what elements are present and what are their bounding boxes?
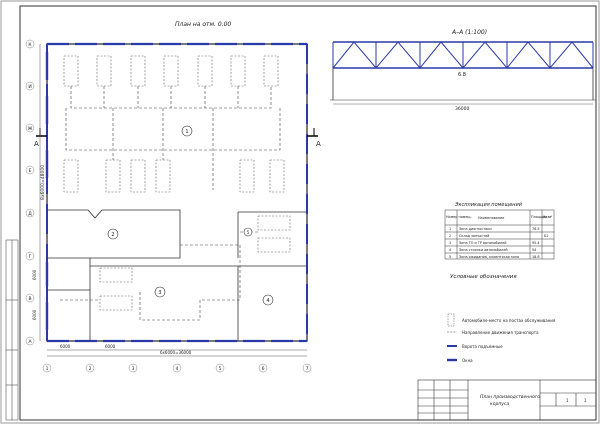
rooms-r4-name: Зона стоянки автомобилей — [459, 248, 508, 252]
title-block — [417, 379, 597, 421]
rooms-r1-area: 76.5 — [532, 227, 540, 231]
interior-walls — [47, 209, 307, 341]
section-span-dim: 36000 — [455, 106, 469, 112]
stamp-sheet: 1 — [566, 398, 569, 403]
row-label-D: Д — [28, 211, 32, 217]
col-label-3: 3 — [132, 366, 135, 372]
dim-bottom-1: 6000 — [60, 344, 71, 349]
dim-side-total: 8x6000=48000 — [40, 165, 46, 200]
grid-axis-rows: К И Ж Е Д Г В A 8x6000=48000 6000 6000 — [25, 39, 46, 346]
section-title: А–А (1:100) — [451, 29, 487, 36]
rooms-r4-area: 54 — [532, 248, 536, 252]
legend-item-3: Ворота подъемные — [462, 344, 503, 349]
row-label-E: Е — [29, 168, 32, 174]
rooms-r5-area: 18.6 — [532, 255, 540, 259]
rooms-r3-num: 3 — [449, 241, 451, 245]
room-label-1: 1 — [185, 129, 188, 135]
rooms-r2-num: 2 — [449, 234, 451, 238]
section-marks: A A — [34, 128, 321, 148]
plan-title: План на отм. 0.00 — [175, 21, 231, 28]
rooms-table-text: Номер помещ. Наименование Площадь м² Кат… — [446, 215, 553, 259]
rooms-th-num: Номер помещ. — [446, 215, 472, 219]
rooms-r3-name: Зона ТО и ТР автомобилей — [459, 241, 506, 245]
dim-bottom-2: 6000 — [105, 344, 116, 349]
roof-truss — [332, 41, 594, 69]
col-label-5: 5 — [219, 366, 222, 372]
legend-item-1: Автомобиле-место на постах обслуживания — [462, 318, 556, 323]
col-label-6: 6 — [262, 366, 265, 372]
col-label-4: 4 — [176, 366, 179, 372]
section-mark-left: A — [34, 140, 39, 148]
legend-title: Условные обозначения — [450, 274, 517, 280]
rooms-th-cat: Кат. — [543, 215, 551, 219]
row-label-Zh: Ж — [28, 126, 33, 132]
room-labels: 1 2 3 4 5 — [107, 125, 274, 306]
dim-bottom-total: 6x6000=36000 — [160, 350, 192, 355]
row-label-G: Г — [29, 254, 32, 260]
grid-axis-cols: 6000 6000 6x6000=36000 1 2 3 4 5 6 7 — [42, 344, 312, 373]
rooms-table-title: Экспликация помещений — [454, 202, 523, 208]
room-label-4: 4 — [266, 298, 269, 304]
rooms-r5-name: Зона ожидания, клиентская зона — [459, 255, 519, 259]
row-label-V: В — [28, 296, 31, 302]
col-label-2: 2 — [89, 366, 92, 372]
rooms-r2-name: Склад запчастей — [459, 234, 489, 238]
left-binding-strip — [5, 239, 19, 421]
legend-item-2: Направление движения транспорта — [462, 330, 539, 335]
stamp-title-2: корпуса — [490, 402, 509, 407]
rooms-r1-name: Зона диагностики — [459, 227, 492, 231]
legend-stall-symbol — [447, 313, 455, 327]
rooms-r2-cat: Б2 — [544, 234, 548, 238]
car-stalls-middle — [63, 159, 285, 193]
dim-left-2: 6000 — [32, 309, 37, 320]
car-stalls-top — [63, 55, 279, 87]
stamp-sheets: 1 — [584, 398, 587, 403]
rooms-th-name: Наименование — [478, 216, 504, 220]
legend-item-4: Окна — [462, 358, 473, 363]
room-label-3: 3 — [158, 290, 161, 296]
legend: Автомобиле-место на постах обслуживания … — [447, 313, 556, 363]
rooms-r4-num: 4 — [449, 248, 451, 252]
rooms-r1-num: 1 — [449, 227, 451, 231]
section-mark-right: A — [316, 140, 321, 148]
col-label-1: 1 — [46, 366, 49, 372]
traffic-routes — [60, 86, 281, 321]
rooms-r5-num: 5 — [449, 255, 451, 259]
dim-left-1: 6000 — [32, 269, 37, 280]
room-label-2: 2 — [111, 232, 114, 238]
rooms-r3-area: 95.4 — [532, 241, 540, 245]
row-label-I: И — [28, 84, 31, 90]
room-label-5: 5 — [247, 230, 250, 235]
col-label-7: 7 — [306, 366, 309, 372]
section-height-mark: 6.8 — [458, 72, 466, 78]
car-stalls-lower — [99, 215, 291, 311]
drawing-sheet: План на отм. 0.00 1 2 3 4 5 A A К И Ж Е … — [0, 0, 600, 424]
stamp-title-1: План производственного — [480, 394, 540, 400]
